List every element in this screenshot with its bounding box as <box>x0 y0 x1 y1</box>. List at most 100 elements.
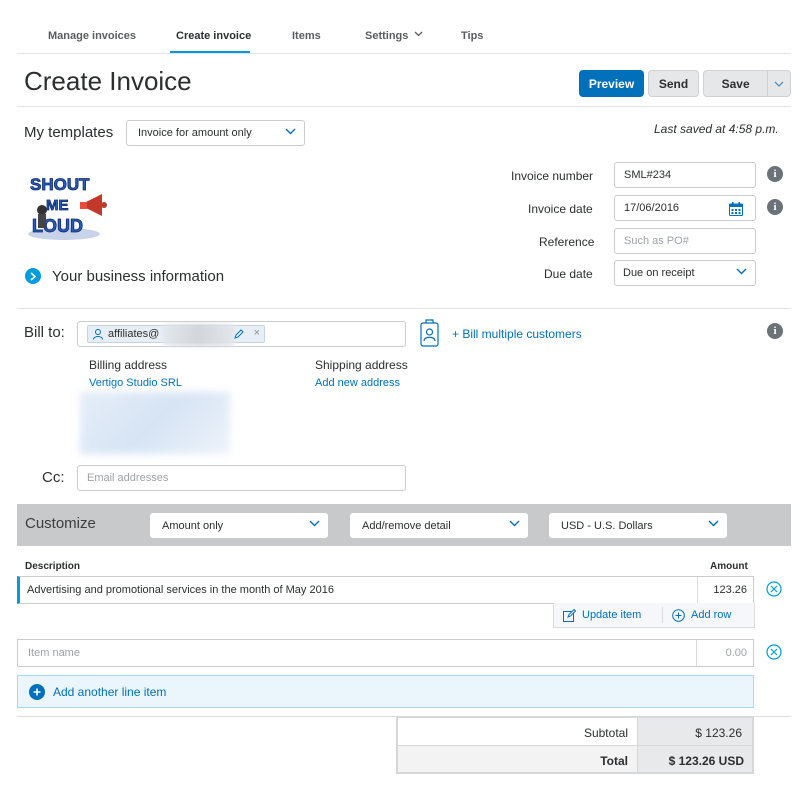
redacted-email <box>164 324 234 346</box>
save-button-group: Save <box>703 70 791 97</box>
item-name-placeholder[interactable]: Item name <box>28 647 80 659</box>
logo-text-1: SHOUT <box>30 175 90 194</box>
logo-text-2: ME <box>46 197 69 214</box>
description-header: Description <box>25 561 81 572</box>
business-info-label[interactable]: Your business information <box>52 268 224 285</box>
templates-label: My templates <box>24 124 114 141</box>
subtotal-value: $ 123.26 <box>695 726 742 740</box>
customer-chip[interactable]: affiliates@ × <box>87 324 265 346</box>
chevron-down-icon <box>736 268 747 275</box>
due-date-label: Due date <box>544 267 593 281</box>
bill-multiple-customers-link[interactable]: + Bill multiple customers <box>452 327 582 341</box>
subtotal-cell: $ 123.26 <box>637 718 752 745</box>
add-line-item-label: Add another line item <box>53 684 167 699</box>
template-select[interactable]: Invoice for amount only <box>126 120 305 146</box>
due-date-select[interactable]: Due on receipt <box>614 260 756 286</box>
edit-icon <box>563 608 576 622</box>
currency-select[interactable]: USD - U.S. Dollars <box>549 513 727 538</box>
nav-settings[interactable]: Settings <box>365 30 423 42</box>
bill-to-input[interactable]: affiliates@ × <box>77 321 406 347</box>
cc-input[interactable]: Email addresses <box>77 465 406 491</box>
billing-address-label: Billing address <box>89 358 168 372</box>
last-saved-text: Last saved at 4:58 p.m. <box>654 122 779 136</box>
nav-items[interactable]: Items <box>292 30 321 42</box>
reference-label: Reference <box>539 235 595 249</box>
line-item-amount[interactable]: 123.26 <box>713 584 747 596</box>
info-icon[interactable]: i <box>767 323 783 339</box>
contact-card-icon[interactable] <box>420 319 439 347</box>
add-line-item-button[interactable]: Add another line item <box>17 675 754 708</box>
add-new-address-link[interactable]: Add new address <box>315 377 400 389</box>
reference-input[interactable]: Such as PO# <box>614 228 756 254</box>
nav-manage-invoices[interactable]: Manage invoices <box>48 30 136 42</box>
totals-table: Subtotal $ 123.26 Total $ 123.26 USD <box>396 716 754 774</box>
cell-divider <box>697 577 698 603</box>
shipping-address-label: Shipping address <box>315 358 408 372</box>
info-icon[interactable]: i <box>767 166 783 182</box>
update-item-button[interactable]: Update item <box>554 603 662 627</box>
chevron-down-icon <box>309 520 320 527</box>
cc-placeholder: Email addresses <box>87 472 169 484</box>
bill-to-label: Bill to: <box>24 324 65 341</box>
save-button[interactable]: Save <box>704 77 767 91</box>
subtotal-row: Subtotal $ 123.26 <box>398 718 752 746</box>
remove-chip-icon[interactable]: × <box>254 327 260 339</box>
invoice-date-label: Invoice date <box>528 202 593 216</box>
remove-item-icon[interactable] <box>766 581 782 597</box>
billing-name-link[interactable]: Vertigo Studio SRL <box>89 377 182 389</box>
total-label: Total <box>600 754 628 768</box>
update-item-label: Update item <box>582 609 642 621</box>
logo-image: SHOUT ME LOUD <box>28 175 107 240</box>
preview-button[interactable]: Preview <box>579 70 644 97</box>
chevron-right-icon <box>30 271 36 281</box>
business-logo[interactable]: SHOUT ME LOUD <box>24 168 110 242</box>
header-divider <box>17 106 791 107</box>
send-button[interactable]: Send <box>648 70 699 97</box>
plus-icon <box>29 683 45 700</box>
add-remove-detail-value: Add/remove detail <box>362 519 451 532</box>
new-line-item-row[interactable]: Item name 0.00 <box>17 639 754 667</box>
invoice-page: Manage invoices Create invoice Items Set… <box>0 0 801 801</box>
due-date-value: Due on receipt <box>623 267 695 279</box>
template-select-value: Invoice for amount only <box>138 127 252 139</box>
add-row-label: Add row <box>691 609 732 621</box>
amount-type-value: Amount only <box>162 519 224 532</box>
save-options-button[interactable] <box>768 81 790 87</box>
nav-divider <box>17 53 791 54</box>
invoice-date-input[interactable]: 17/06/2016 <box>614 195 756 221</box>
nav-settings-label: Settings <box>365 30 409 42</box>
amount-header: Amount <box>710 561 748 572</box>
user-icon <box>93 329 103 340</box>
cc-label: Cc: <box>42 469 65 486</box>
total-cell: $ 123.26 USD <box>637 746 752 772</box>
invoice-date-value: 17/06/2016 <box>624 202 680 214</box>
add-row-button[interactable]: Add row <box>672 603 754 627</box>
line-item-row[interactable]: Advertising and promotional services in … <box>17 576 754 604</box>
total-row: Total $ 123.26 USD <box>398 746 752 772</box>
chevron-down-icon <box>509 520 520 527</box>
calendar-icon[interactable] <box>729 202 743 216</box>
edit-pencil-icon[interactable] <box>234 329 244 339</box>
chevron-down-icon <box>285 128 296 135</box>
line-item-description[interactable]: Advertising and promotional services in … <box>27 584 334 596</box>
item-amount-placeholder[interactable]: 0.00 <box>726 647 747 659</box>
amount-type-select[interactable]: Amount only <box>150 513 328 538</box>
add-remove-detail-select[interactable]: Add/remove detail <box>350 513 528 538</box>
nav-create-invoice[interactable]: Create invoice <box>176 30 251 42</box>
section-divider <box>17 308 791 309</box>
cell-divider <box>696 640 697 666</box>
actions-divider <box>662 607 663 623</box>
chevron-down-icon <box>774 81 784 87</box>
subtotal-label: Subtotal <box>583 726 628 740</box>
page-title: Create Invoice <box>24 66 192 96</box>
info-icon[interactable]: i <box>767 199 783 215</box>
customize-label: Customize <box>25 515 96 532</box>
currency-value: USD - U.S. Dollars <box>561 519 653 532</box>
chevron-down-icon <box>708 520 719 527</box>
remove-item-icon[interactable] <box>766 644 782 660</box>
invoice-number-input[interactable]: SML#234 <box>614 162 756 188</box>
nav-tips[interactable]: Tips <box>461 30 483 42</box>
plus-circle-icon <box>672 608 685 622</box>
expand-business-info-button[interactable] <box>25 268 41 284</box>
item-actions-bar: Update item Add row <box>553 603 755 628</box>
